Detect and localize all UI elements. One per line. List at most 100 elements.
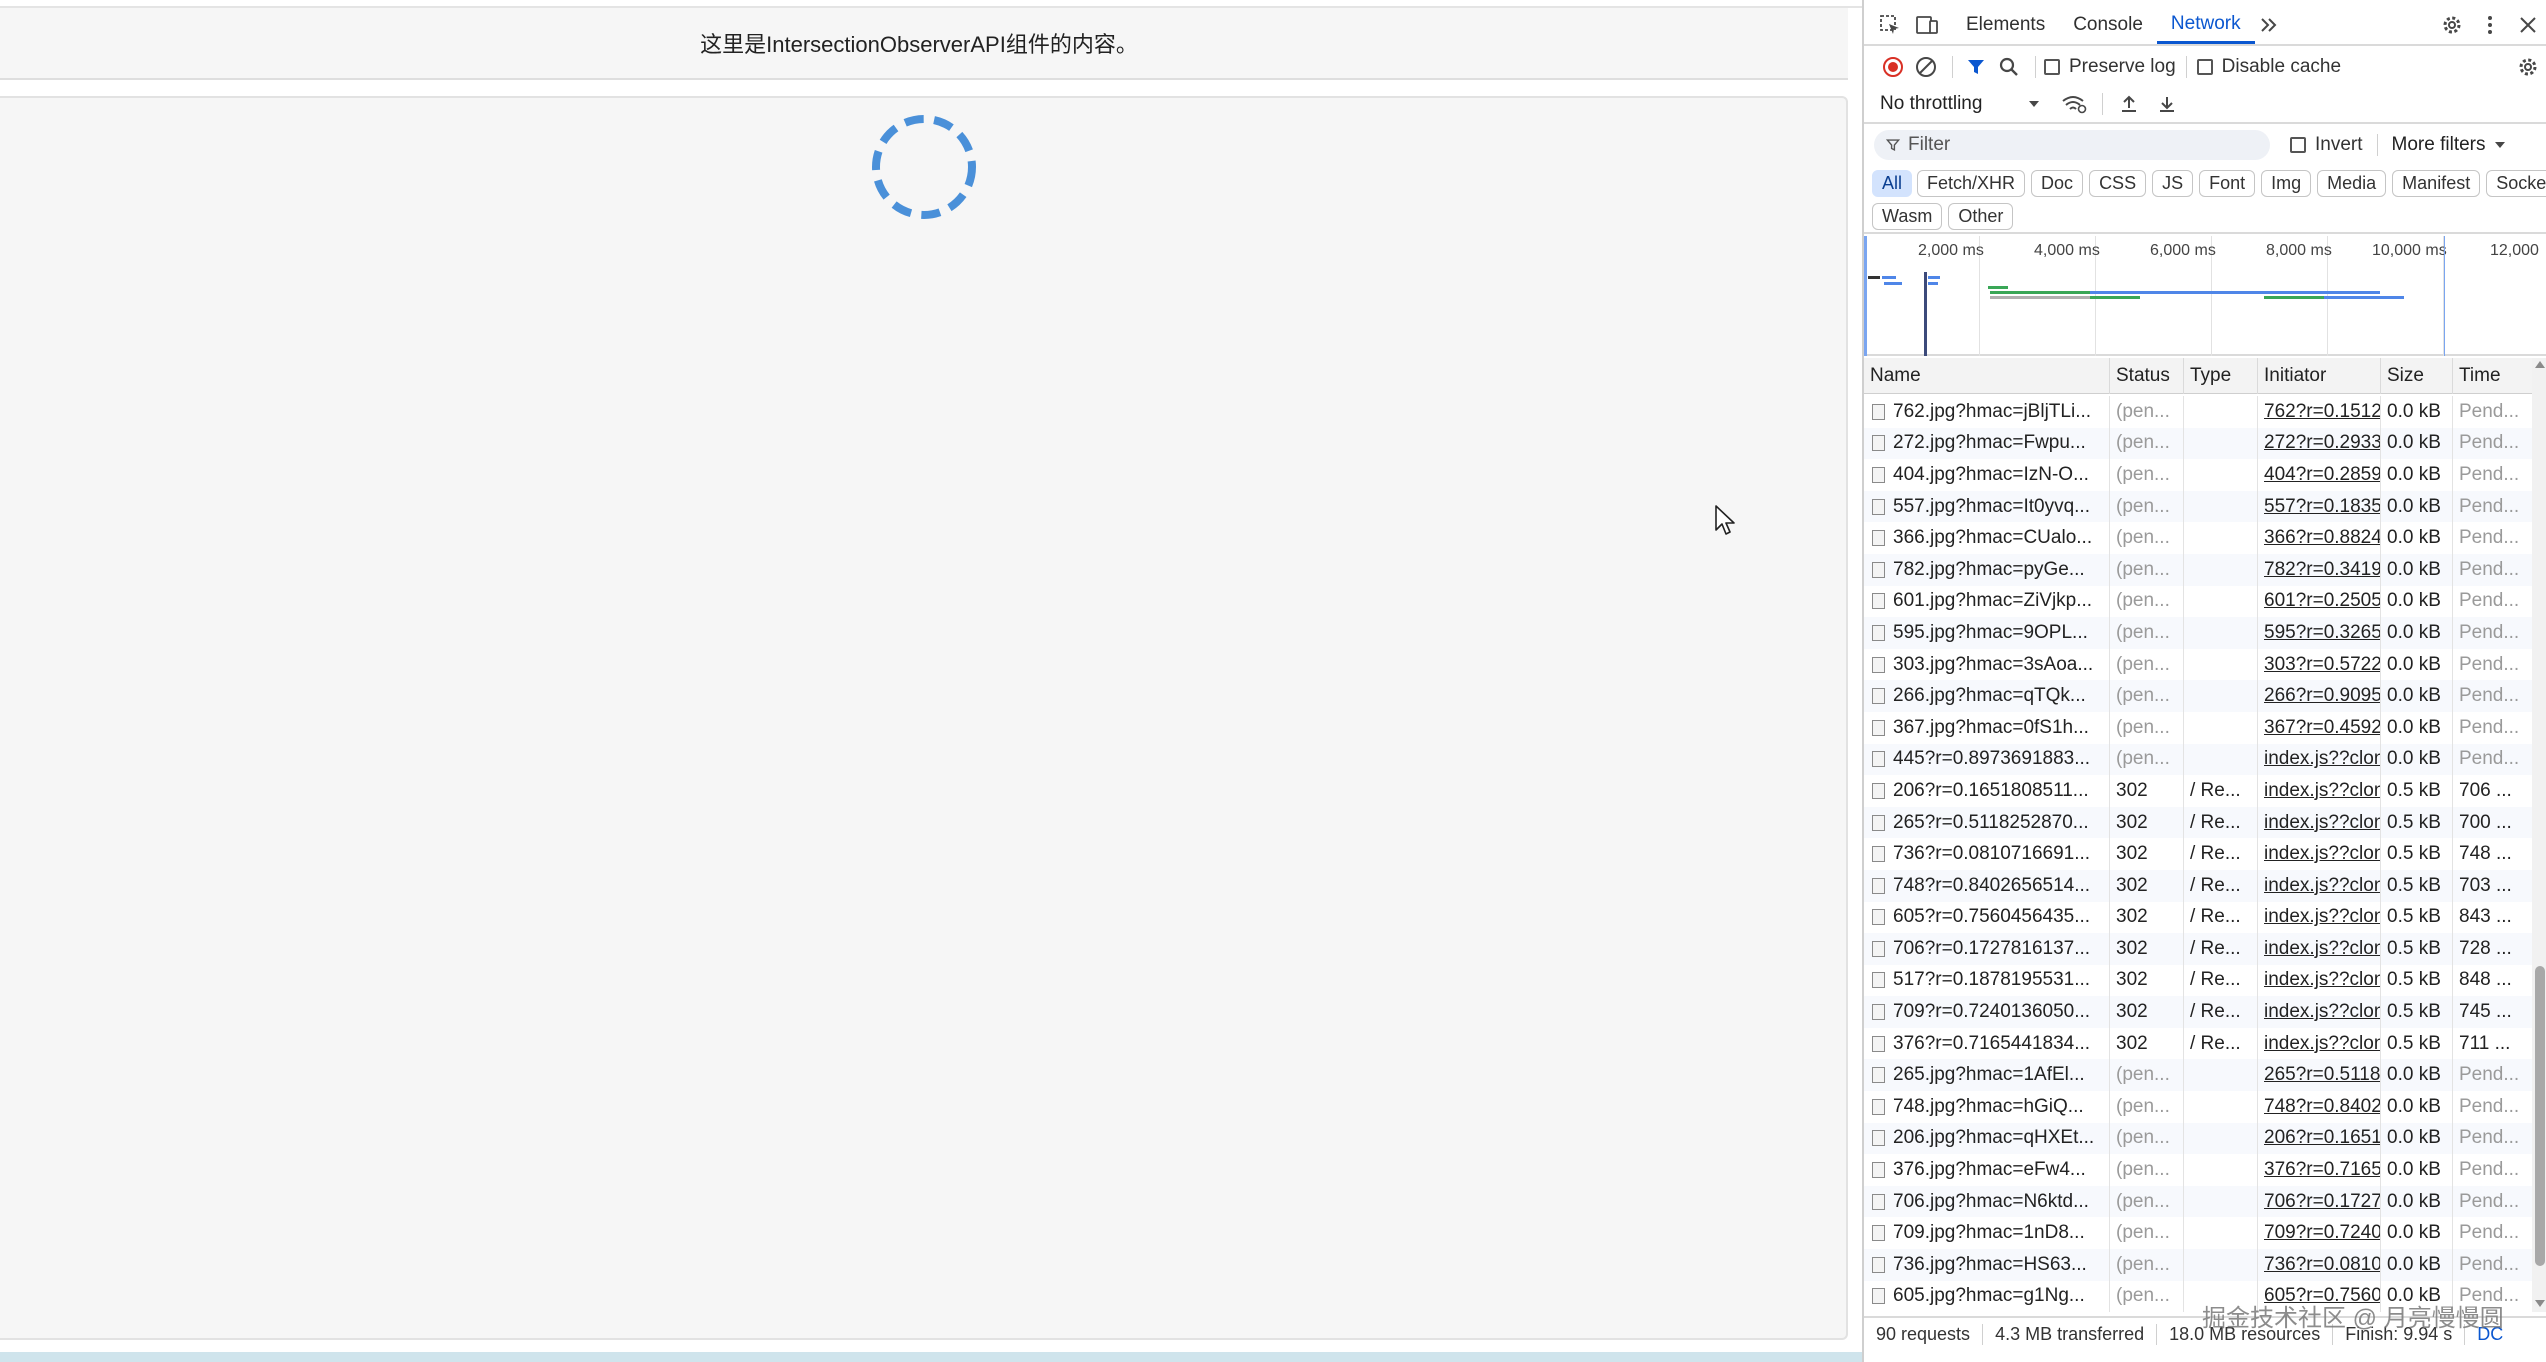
preserve-log-checkbox[interactable]: Preserve log xyxy=(2044,56,2176,78)
more-filters-dropdown[interactable]: More filters xyxy=(2392,134,2506,156)
import-har-upload-icon[interactable] xyxy=(2109,94,2149,114)
table-row[interactable]: 736?r=0.0810716691... 302 / Re... index.js?… xyxy=(1864,838,2532,870)
search-icon[interactable] xyxy=(1991,57,2027,77)
tab-elements[interactable]: Elements xyxy=(1952,6,2059,44)
column-header-size[interactable]: Size xyxy=(2381,358,2453,394)
table-row[interactable]: 748.jpg?hmac=hGiQ... (pen... 748?r=0.8402 0… xyxy=(1864,1091,2532,1123)
export-har-download-icon[interactable] xyxy=(2149,94,2185,114)
network-overview-timeline[interactable]: 2,000 ms 4,000 ms 6,000 ms 8,000 ms 10,0… xyxy=(1864,236,2546,356)
table-row[interactable]: 266.jpg?hmac=qTQk... (pen... 266?r=0.9095 0… xyxy=(1864,680,2532,712)
table-row[interactable]: 706?r=0.1727816137... 302 / Re... index.js?… xyxy=(1864,933,2532,965)
cell-initiator[interactable]: 266?r=0.9095 xyxy=(2258,680,2381,712)
settings-gear-icon[interactable] xyxy=(2432,14,2472,36)
cell-initiator[interactable]: 782?r=0.3419 xyxy=(2258,553,2381,586)
table-row[interactable]: 748?r=0.8402656514... 302 / Re... index.js?… xyxy=(1864,869,2532,902)
scroll-up-arrow-icon[interactable] xyxy=(2535,360,2545,368)
requests-scrollbar[interactable] xyxy=(2532,358,2546,1312)
type-filter-img[interactable]: Img xyxy=(2261,169,2312,197)
cell-initiator[interactable]: 709?r=0.7240 xyxy=(2258,1217,2381,1250)
cell-initiator[interactable]: 601?r=0.2505 xyxy=(2258,585,2381,618)
invert-box[interactable] xyxy=(2290,137,2306,153)
table-row[interactable]: 376.jpg?hmac=eFw4... (pen... 376?r=0.7165 0… xyxy=(1864,1154,2532,1186)
disable-cache-checkbox[interactable]: Disable cache xyxy=(2196,56,2341,78)
table-row[interactable]: 709?r=0.7240136050... 302 / Re... index.js?… xyxy=(1864,996,2532,1028)
table-row[interactable]: 595.jpg?hmac=9OPL... (pen... 595?r=0.3265 0… xyxy=(1864,617,2532,649)
column-header-name[interactable]: Name xyxy=(1864,358,2110,394)
cell-initiator[interactable]: index.js??clon xyxy=(2258,838,2381,870)
network-settings-gear-icon[interactable] xyxy=(2508,56,2546,78)
cell-initiator[interactable]: index.js??clon xyxy=(2258,869,2381,902)
cell-initiator[interactable]: index.js??clon xyxy=(2258,1027,2381,1060)
table-row[interactable]: 762.jpg?hmac=jBljTLi... (pen... 762?r=0.15… xyxy=(1864,396,2532,428)
cell-initiator[interactable]: index.js??clon xyxy=(2258,806,2381,839)
filter-input[interactable]: Filter xyxy=(1874,130,2270,160)
cell-initiator[interactable]: 404?r=0.2859 xyxy=(2258,459,2381,491)
type-filter-manifest[interactable]: Manifest xyxy=(2392,169,2481,197)
scrollbar-thumb[interactable] xyxy=(2535,966,2545,1266)
cell-initiator[interactable]: 762?r=0.1512 xyxy=(2258,396,2381,428)
more-tabs-chevron-icon[interactable] xyxy=(2255,15,2283,35)
type-filter-wasm[interactable]: Wasm xyxy=(1872,202,1943,230)
cell-initiator[interactable]: index.js??clon xyxy=(2258,996,2381,1028)
cell-initiator[interactable]: 748?r=0.8402 xyxy=(2258,1091,2381,1123)
invert-checkbox[interactable]: Invert xyxy=(2290,134,2363,156)
cell-initiator[interactable]: 367?r=0.4592 xyxy=(2258,711,2381,744)
cell-initiator[interactable]: 595?r=0.3265 xyxy=(2258,617,2381,649)
table-row[interactable]: 206.jpg?hmac=qHXEt... (pen... 206?r=0.1651… xyxy=(1864,1122,2532,1155)
type-filter-media[interactable]: Media xyxy=(2317,169,2387,197)
tab-network[interactable]: Network xyxy=(2156,6,2255,44)
disable-cache-box[interactable] xyxy=(2196,59,2213,75)
table-row[interactable]: 601.jpg?hmac=ZiVjkp... (pen... 601?r=0.250… xyxy=(1864,585,2532,618)
more-options-kebab-icon[interactable] xyxy=(2472,15,2508,35)
table-row[interactable]: 445?r=0.8973691883... (pen... index.js??cl… xyxy=(1864,743,2532,776)
device-toolbar-icon[interactable] xyxy=(1908,14,1946,36)
cell-initiator[interactable]: index.js??clon xyxy=(2258,964,2381,997)
table-row[interactable]: 782.jpg?hmac=pyGe... (pen... 782?r=0.3419 0… xyxy=(1864,553,2532,586)
cell-initiator[interactable]: 736?r=0.0810 xyxy=(2258,1249,2381,1281)
tab-console[interactable]: Console xyxy=(2059,6,2157,44)
type-filter-doc[interactable]: Doc xyxy=(2031,169,2084,197)
type-filter-fetch-xhr[interactable]: Fetch/XHR xyxy=(1917,169,2026,197)
cell-initiator[interactable]: index.js??clon xyxy=(2258,933,2381,965)
table-row[interactable]: 736.jpg?hmac=HS63... (pen... 736?r=0.0810 0… xyxy=(1864,1249,2532,1281)
type-filter-all[interactable]: All xyxy=(1872,169,1913,197)
clear-log-icon[interactable] xyxy=(1908,56,1944,78)
column-header-time[interactable]: Time xyxy=(2453,358,2532,394)
cell-initiator[interactable]: 706?r=0.1727 xyxy=(2258,1185,2381,1218)
cell-initiator[interactable]: index.js??clon xyxy=(2258,901,2381,934)
table-row[interactable]: 367.jpg?hmac=0fS1h... (pen... 367?r=0.4592… xyxy=(1864,711,2532,744)
cell-initiator[interactable]: 265?r=0.5118 xyxy=(2258,1059,2381,1092)
cell-initiator[interactable]: 272?r=0.2933 xyxy=(2258,427,2381,460)
cell-initiator[interactable]: index.js??clon xyxy=(2258,743,2381,776)
table-row[interactable]: 709.jpg?hmac=1nD8... (pen... 709?r=0.7240 0… xyxy=(1864,1217,2532,1250)
type-filter-js[interactable]: JS xyxy=(2152,169,2194,197)
table-row[interactable]: 303.jpg?hmac=3sAoa... (pen... 303?r=0.5722… xyxy=(1864,648,2532,681)
table-row[interactable]: 265?r=0.5118252870... 302 / Re... index.js?… xyxy=(1864,806,2532,839)
column-header-initiator[interactable]: Initiator xyxy=(2258,358,2381,394)
preserve-log-box[interactable] xyxy=(2044,59,2060,75)
filter-funnel-icon[interactable] xyxy=(1961,57,1991,77)
table-row[interactable]: 272.jpg?hmac=Fwpu... (pen... 272?r=0.2933 0… xyxy=(1864,427,2532,460)
table-row[interactable]: 517?r=0.1878195531... 302 / Re... index.js?… xyxy=(1864,964,2532,997)
cell-initiator[interactable]: 206?r=0.1651 xyxy=(2258,1122,2381,1155)
table-row[interactable]: 404.jpg?hmac=IzN-O... (pen... 404?r=0.2859… xyxy=(1864,459,2532,491)
column-header-status[interactable]: Status xyxy=(2110,358,2184,394)
cell-initiator[interactable]: 366?r=0.8824 xyxy=(2258,522,2381,554)
type-filter-css[interactable]: CSS xyxy=(2089,169,2147,197)
cell-initiator[interactable]: 303?r=0.5722 xyxy=(2258,648,2381,681)
column-header-type[interactable]: Type xyxy=(2184,358,2258,394)
scroll-down-arrow-icon[interactable] xyxy=(2535,1300,2545,1308)
cell-initiator[interactable]: index.js??clon xyxy=(2258,775,2381,807)
table-row[interactable]: 557.jpg?hmac=It0yvq... (pen... 557?r=0.183… xyxy=(1864,490,2532,523)
table-row[interactable]: 605?r=0.7560456435... 302 / Re... index.js?… xyxy=(1864,901,2532,934)
type-filter-socket[interactable]: Socket xyxy=(2486,169,2546,197)
type-filter-font[interactable]: Font xyxy=(2199,169,2256,197)
record-stop-icon[interactable] xyxy=(1878,56,1908,78)
table-row[interactable]: 366.jpg?hmac=CUalo... (pen... 366?r=0.8824… xyxy=(1864,522,2532,554)
type-filter-other[interactable]: Other xyxy=(1948,202,2014,230)
inspect-element-icon[interactable] xyxy=(1872,14,1908,36)
cell-initiator[interactable]: 376?r=0.7165 xyxy=(2258,1154,2381,1186)
cell-initiator[interactable]: 557?r=0.1835 xyxy=(2258,490,2381,523)
table-row[interactable]: 206?r=0.1651808511... 302 / Re... index.js?… xyxy=(1864,775,2532,807)
table-row[interactable]: 376?r=0.7165441834... 302 / Re... index.js?… xyxy=(1864,1027,2532,1060)
